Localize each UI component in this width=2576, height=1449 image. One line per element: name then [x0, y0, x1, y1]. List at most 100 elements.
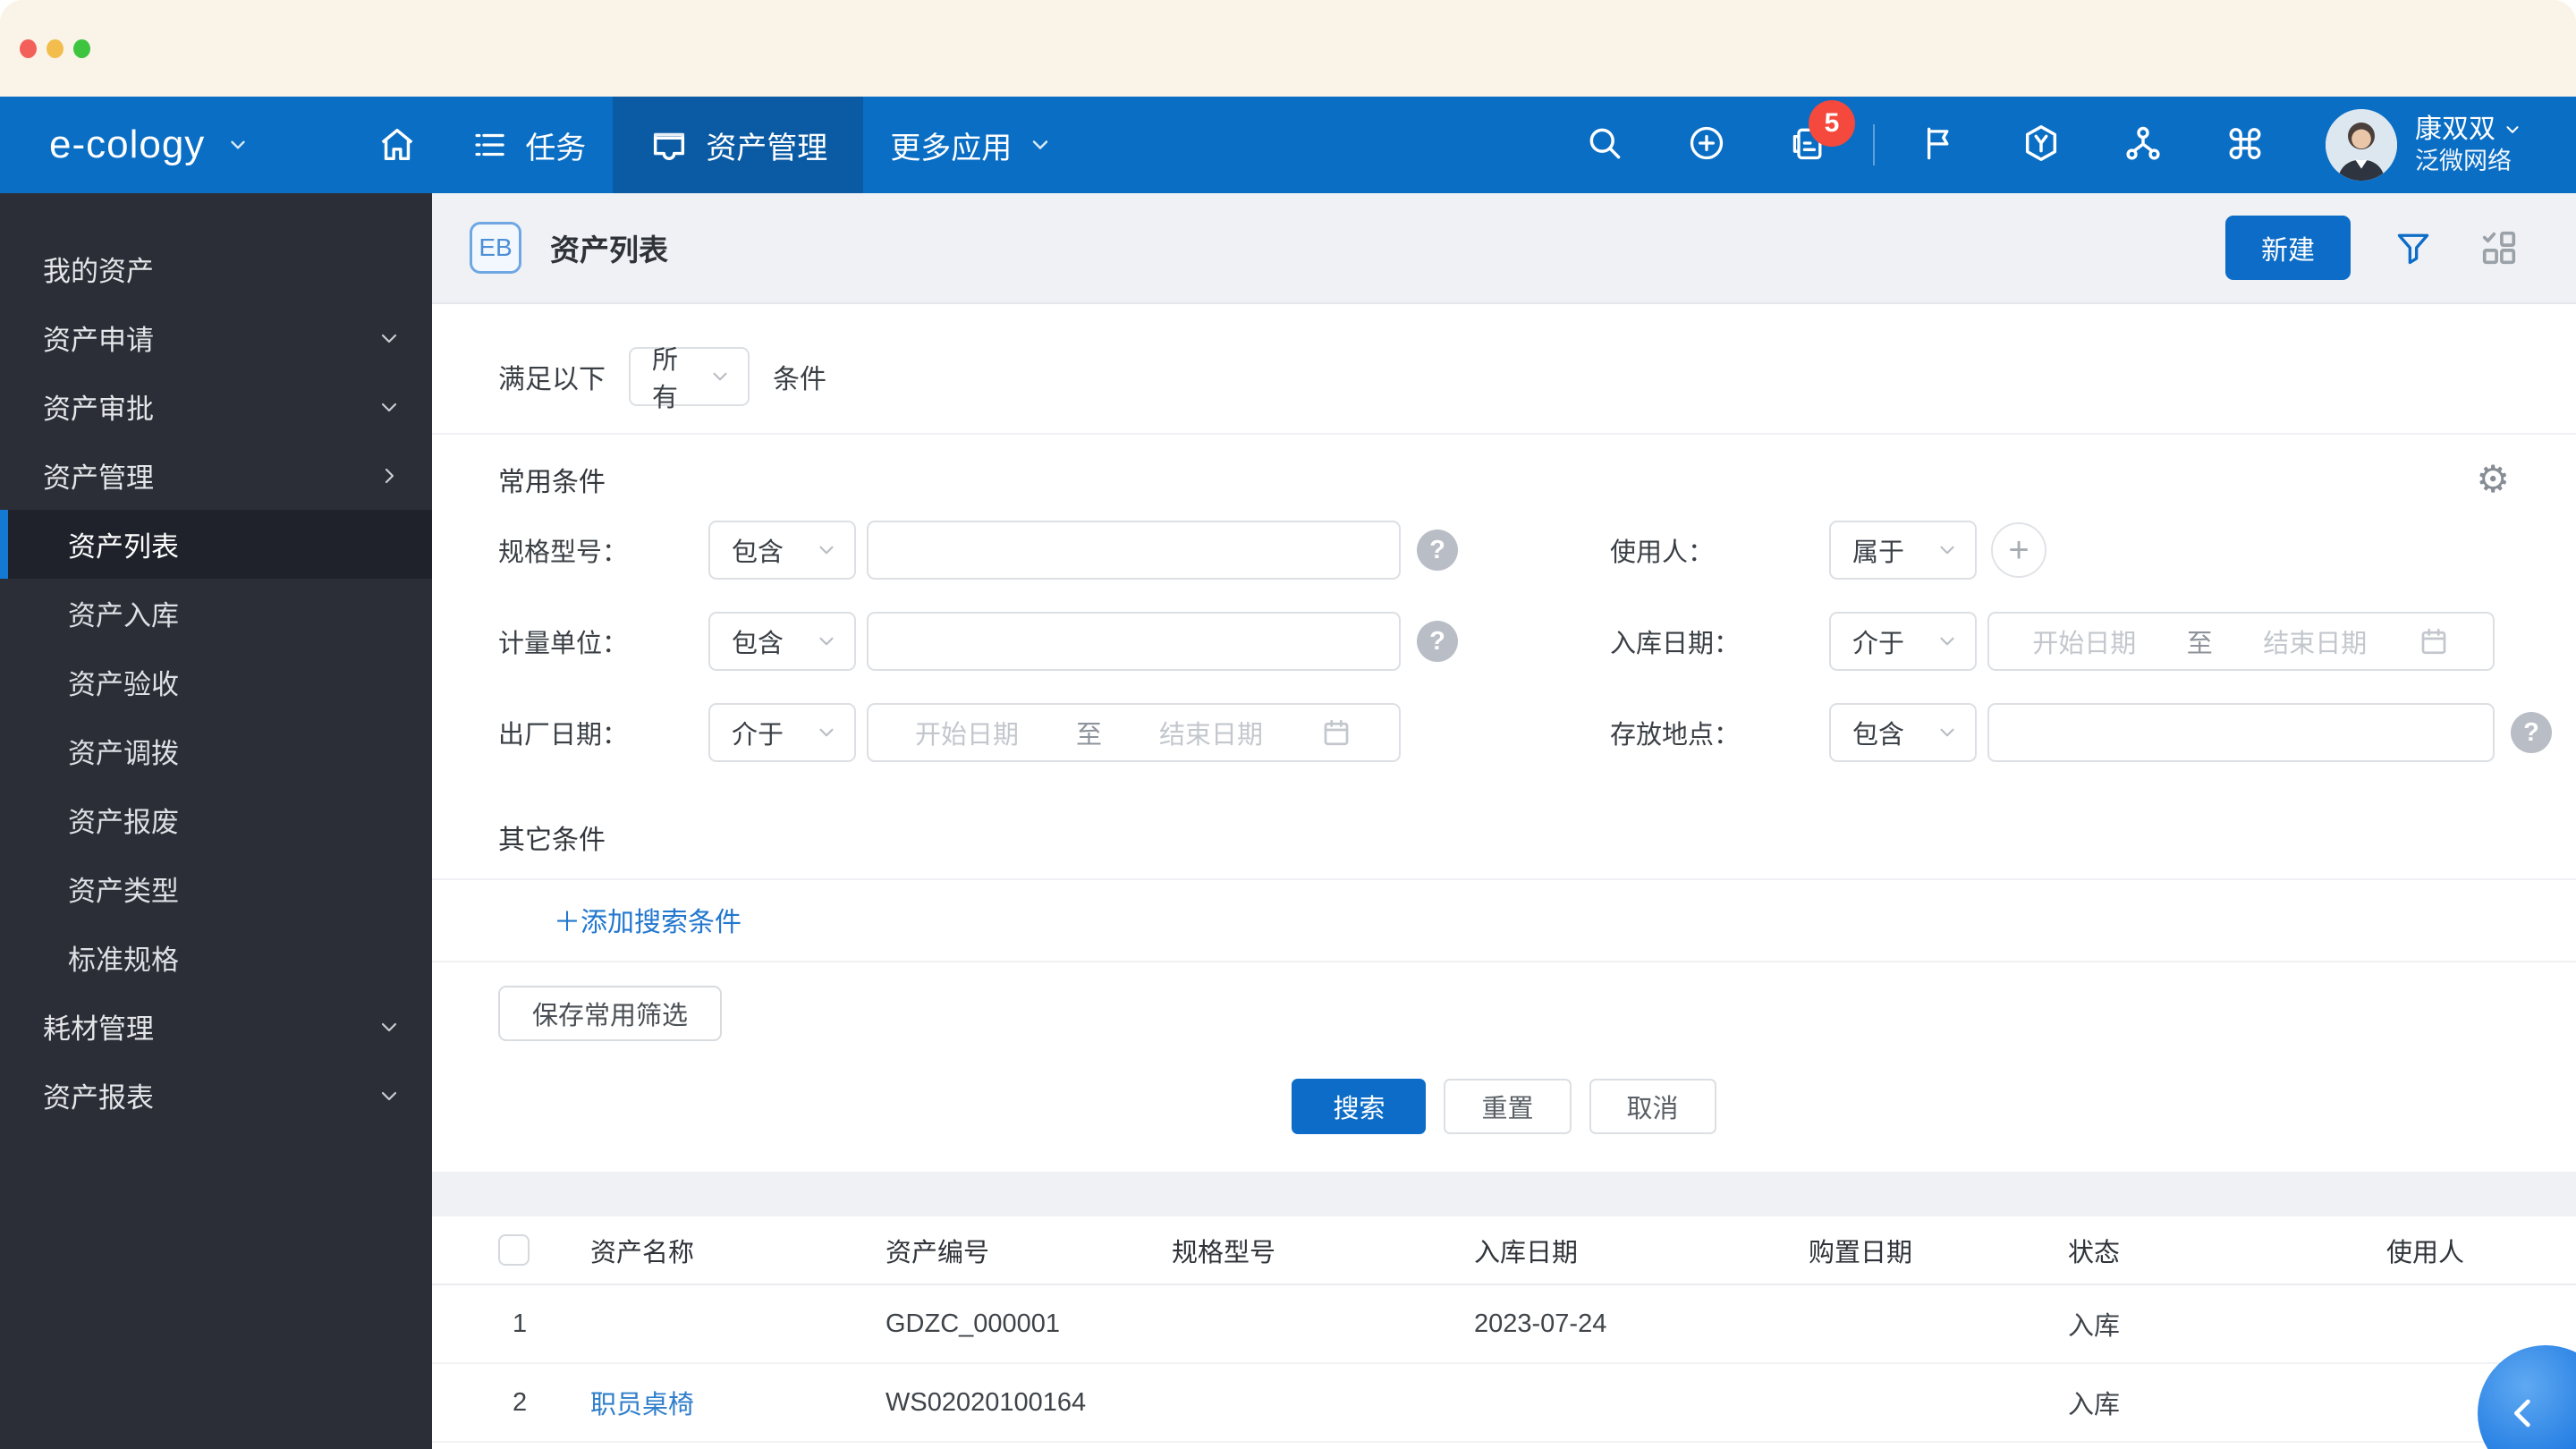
- notification-badge: 5: [1809, 100, 1855, 147]
- cell-storage_date: [1474, 1363, 1809, 1443]
- funnel-icon: [2397, 233, 2429, 265]
- notifications-button[interactable]: 5: [1787, 100, 1855, 166]
- nav-asset-management[interactable]: 资产管理: [613, 97, 864, 193]
- divider: [432, 878, 2576, 880]
- search-submit-button[interactable]: 搜索: [1292, 1079, 1427, 1134]
- sidebar-item[interactable]: 资产管理: [0, 441, 432, 510]
- add-user-button[interactable]: +: [1991, 522, 2046, 578]
- new-button[interactable]: 新建: [2225, 216, 2351, 280]
- operator-select[interactable]: 介于: [1829, 612, 1977, 671]
- operator-select[interactable]: 包含: [708, 612, 856, 671]
- chevron-down-icon: [378, 396, 400, 418]
- cell-spec: [1172, 1442, 1474, 1449]
- help-icon[interactable]: ?: [2511, 712, 2552, 753]
- flag-icon: [1920, 124, 1958, 166]
- logo-block[interactable]: e-cology: [49, 97, 250, 193]
- user-menu[interactable]: 康双双 泛微网络: [2326, 109, 2522, 181]
- reset-button[interactable]: 重置: [1444, 1079, 1572, 1134]
- help-icon[interactable]: ?: [1417, 530, 1458, 571]
- location-input[interactable]: [2007, 717, 2475, 748]
- chevron-down-icon: [378, 1085, 400, 1106]
- column-header: 规格型号: [1172, 1216, 1474, 1285]
- add-search-condition-link[interactable]: ＋添加搜索条件: [498, 900, 741, 939]
- sidebar-item[interactable]: 资产调拨: [0, 716, 432, 785]
- cell-storage_date: 2023-07-24: [1474, 1284, 1809, 1364]
- cell-status: 入库: [2068, 1284, 2386, 1364]
- column-header: 资产名称: [590, 1216, 886, 1285]
- divider: [432, 433, 2576, 435]
- gear-icon[interactable]: ⚙: [2476, 461, 2510, 498]
- nav-home[interactable]: [350, 97, 445, 193]
- org-icon: [2123, 123, 2164, 168]
- filter-row-spec: 规格型号： 包含 ?: [498, 521, 1610, 580]
- select-all-checkbox[interactable]: [498, 1234, 530, 1266]
- cell-status: 入库: [2068, 1363, 2386, 1443]
- sidebar-item[interactable]: 资产报表: [0, 1061, 432, 1130]
- table-row[interactable]: 1 GDZC_000001 2023-07-24 入库: [432, 1284, 2576, 1364]
- operator-value: 介于: [732, 721, 784, 750]
- create-new-button[interactable]: [1685, 123, 1728, 166]
- sidebar-item[interactable]: 资产报废: [0, 785, 432, 854]
- filter-label: 入库日期：: [1610, 630, 1741, 658]
- filter-label: 计量单位：: [498, 630, 629, 658]
- factory-date-range[interactable]: 开始日期 至 结束日期: [867, 703, 1401, 762]
- operator-select[interactable]: 包含: [1829, 703, 1977, 762]
- sidebar-item[interactable]: 耗材管理: [0, 992, 432, 1061]
- chevron-down-icon: [2506, 126, 2519, 133]
- zoom-window-button[interactable]: [73, 38, 90, 58]
- sidebar-item-label: 我的资产: [43, 256, 154, 287]
- sidebar-item[interactable]: 资产审批: [0, 372, 432, 441]
- nav-tasks[interactable]: 任务: [445, 97, 613, 193]
- nav-more-apps[interactable]: 更多应用: [863, 97, 1080, 193]
- sidebar-item-label: 资产审批: [43, 394, 154, 425]
- operator-select[interactable]: 属于: [1829, 521, 1977, 580]
- sidebar-item-label: 资产列表: [68, 531, 179, 563]
- unit-input[interactable]: [886, 626, 1381, 657]
- sidebar-item[interactable]: 标准规格: [0, 923, 432, 992]
- app-window: e-cology 任务 资产管理 更多应用 5 ⌘ 康双双 泛微网络 我的资产 …: [0, 0, 2576, 1449]
- sidebar-item[interactable]: 资产类型: [0, 854, 432, 923]
- cell-code: WS02020100116: [886, 1442, 1172, 1449]
- sidebar-item[interactable]: 我的资产: [0, 234, 432, 303]
- filter-button[interactable]: [2390, 225, 2436, 271]
- filter-grid: 规格型号： 包含 ? 使用人： 属于 + 计量单位： 包含 ? 入库日期： 介于…: [498, 521, 2552, 762]
- spec-input[interactable]: [886, 535, 1381, 565]
- match-select[interactable]: 所有: [629, 346, 750, 412]
- flag-button[interactable]: [1918, 123, 1961, 166]
- window-controls: [20, 38, 90, 58]
- close-window-button[interactable]: [20, 38, 37, 58]
- minimize-window-button[interactable]: [47, 38, 64, 58]
- app-badge: EB: [470, 222, 521, 274]
- storage-date-range[interactable]: 开始日期 至 结束日期: [1987, 612, 2495, 671]
- sidebar-item[interactable]: 资产入库: [0, 579, 432, 648]
- cancel-button[interactable]: 取消: [1589, 1079, 1716, 1134]
- titlebar: [0, 0, 2576, 97]
- sidebar-item-label: 资产报废: [68, 807, 179, 838]
- help-center-button[interactable]: [2020, 123, 2063, 166]
- nav-tasks-label: 任务: [525, 131, 587, 165]
- chevron-down-icon: [815, 630, 838, 653]
- hexagon-y-icon: [2021, 123, 2062, 168]
- column-header: 使用人: [2386, 1216, 2576, 1285]
- shortcuts-button[interactable]: ⌘: [2224, 123, 2267, 166]
- table-row[interactable]: 2 职员桌椅 WS02020100164 入库: [432, 1363, 2576, 1443]
- table-row[interactable]: 3职员桌椅WS02020100116 入库: [432, 1442, 2576, 1449]
- sidebar-item[interactable]: 资产列表: [0, 510, 432, 579]
- sidebar-item[interactable]: 资产申请: [0, 303, 432, 372]
- date-to-label: 至: [1075, 721, 1102, 750]
- org-structure-button[interactable]: [2122, 123, 2165, 166]
- unit-input-wrap: [867, 612, 1401, 671]
- operator-select[interactable]: 介于: [708, 703, 856, 762]
- chevron-down-icon: [815, 721, 838, 744]
- common-conditions-header: 常用条件 ⚙: [498, 460, 2510, 499]
- search-button[interactable]: [1583, 123, 1626, 166]
- spec-input-wrap: [867, 521, 1401, 580]
- column-settings-button[interactable]: [2476, 225, 2522, 271]
- grid-check-icon: [2482, 231, 2516, 265]
- operator-select[interactable]: 包含: [708, 521, 856, 580]
- sidebar-item[interactable]: 资产验收: [0, 648, 432, 716]
- save-filter-button[interactable]: 保存常用筛选: [498, 986, 723, 1041]
- operator-value: 包含: [1852, 721, 1905, 750]
- help-icon[interactable]: ?: [1417, 621, 1458, 662]
- asset-name-link[interactable]: 职员桌椅: [590, 1391, 694, 1419]
